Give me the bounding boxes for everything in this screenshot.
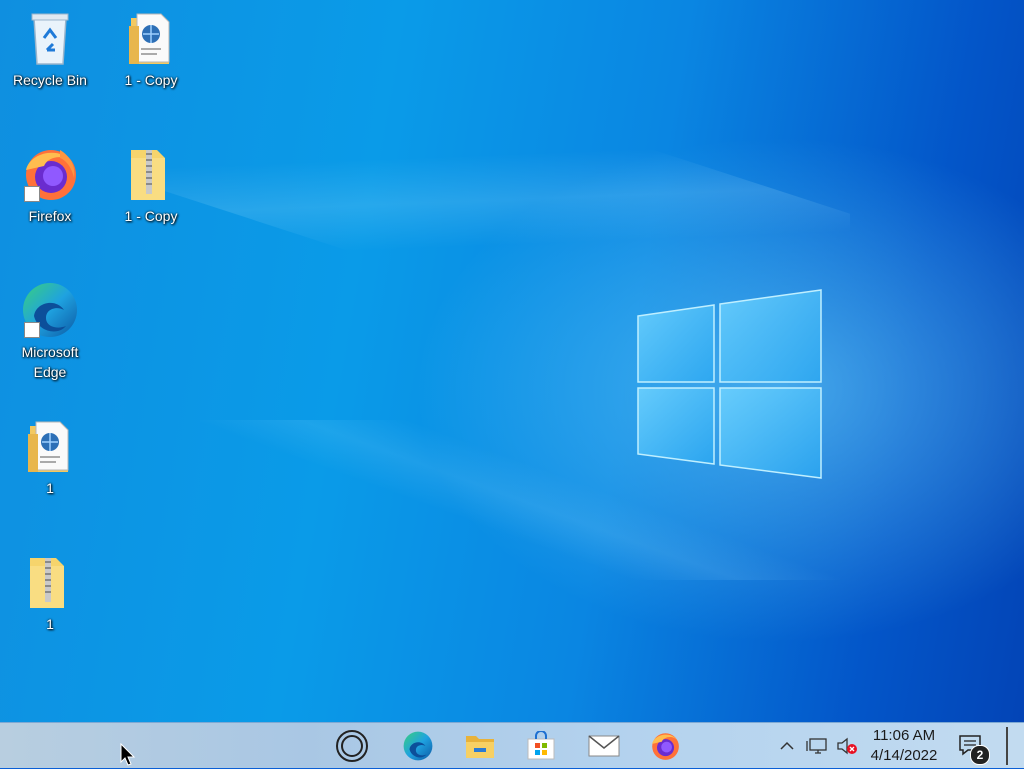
mouse-cursor-icon bbox=[120, 743, 136, 766]
clock-time: 11:06 AM bbox=[872, 727, 936, 744]
desktop-icon-microsoft-edge[interactable]: Microsoft Edge bbox=[7, 280, 93, 382]
taskbar-file-explorer-button[interactable] bbox=[452, 723, 508, 769]
desktop-icon-1-copy-html[interactable]: 1 - Copy bbox=[108, 8, 194, 90]
desktop-icon-label: 1 bbox=[46, 480, 54, 496]
show-desktop-button[interactable] bbox=[1006, 727, 1008, 765]
cortana-icon bbox=[336, 730, 368, 762]
zip-folder-icon bbox=[30, 558, 64, 608]
desktop-icon-label: 1 - Copy bbox=[124, 208, 178, 224]
shortcut-arrow-icon bbox=[24, 322, 40, 338]
firefox-icon bbox=[652, 733, 679, 760]
notification-count-badge: 2 bbox=[970, 745, 990, 765]
folder-icon bbox=[466, 736, 494, 758]
desktop-icon-label: Microsoft Edge bbox=[21, 344, 79, 380]
network-icon bbox=[806, 738, 827, 754]
windows-logo bbox=[637, 289, 822, 479]
volume-muted-icon bbox=[837, 737, 857, 755]
taskbar-store-button[interactable] bbox=[513, 723, 569, 769]
desktop-icon-1-zip[interactable]: 1 bbox=[7, 552, 93, 634]
store-icon bbox=[527, 731, 555, 760]
desktop[interactable]: Recycle Bin 1 - Copy Firefox 1 - Copy Mi… bbox=[0, 0, 1024, 722]
mail-icon bbox=[588, 735, 620, 757]
action-center-button[interactable]: 2 bbox=[954, 723, 990, 769]
recycle-bin-icon bbox=[31, 13, 69, 65]
html-document-icon bbox=[129, 13, 170, 64]
zip-folder-icon bbox=[131, 150, 165, 200]
desktop-icon-1-html[interactable]: 1 bbox=[7, 416, 93, 498]
taskbar[interactable]: 11:06 AM 4/14/2022 2 bbox=[0, 722, 1024, 768]
desktop-icon-1-copy-zip[interactable]: 1 - Copy bbox=[108, 144, 194, 226]
taskbar-cortana-button[interactable] bbox=[324, 723, 380, 769]
desktop-icon-label: Firefox bbox=[28, 208, 72, 224]
edge-icon bbox=[403, 731, 433, 761]
desktop-icon-label: 1 - Copy bbox=[124, 72, 178, 88]
network-tray-button[interactable] bbox=[804, 723, 830, 769]
desktop-icon-firefox[interactable]: Firefox bbox=[7, 144, 93, 226]
clock-date: 4/14/2022 bbox=[870, 747, 938, 764]
shortcut-arrow-icon bbox=[24, 186, 40, 202]
taskbar-mail-button[interactable] bbox=[576, 723, 632, 769]
volume-tray-button[interactable] bbox=[834, 723, 860, 769]
desktop-icon-label: 1 bbox=[46, 616, 54, 632]
clock-tray-button[interactable]: 11:06 AM 4/14/2022 bbox=[862, 723, 946, 769]
desktop-icon-label: Recycle Bin bbox=[13, 72, 87, 88]
chevron-up-icon bbox=[780, 741, 794, 750]
taskbar-firefox-button[interactable] bbox=[637, 723, 693, 769]
desktop-icon-recycle-bin[interactable]: Recycle Bin bbox=[7, 8, 93, 90]
taskbar-edge-button[interactable] bbox=[390, 723, 446, 769]
html-document-icon bbox=[28, 421, 69, 472]
show-hidden-icons-button[interactable] bbox=[776, 723, 798, 769]
